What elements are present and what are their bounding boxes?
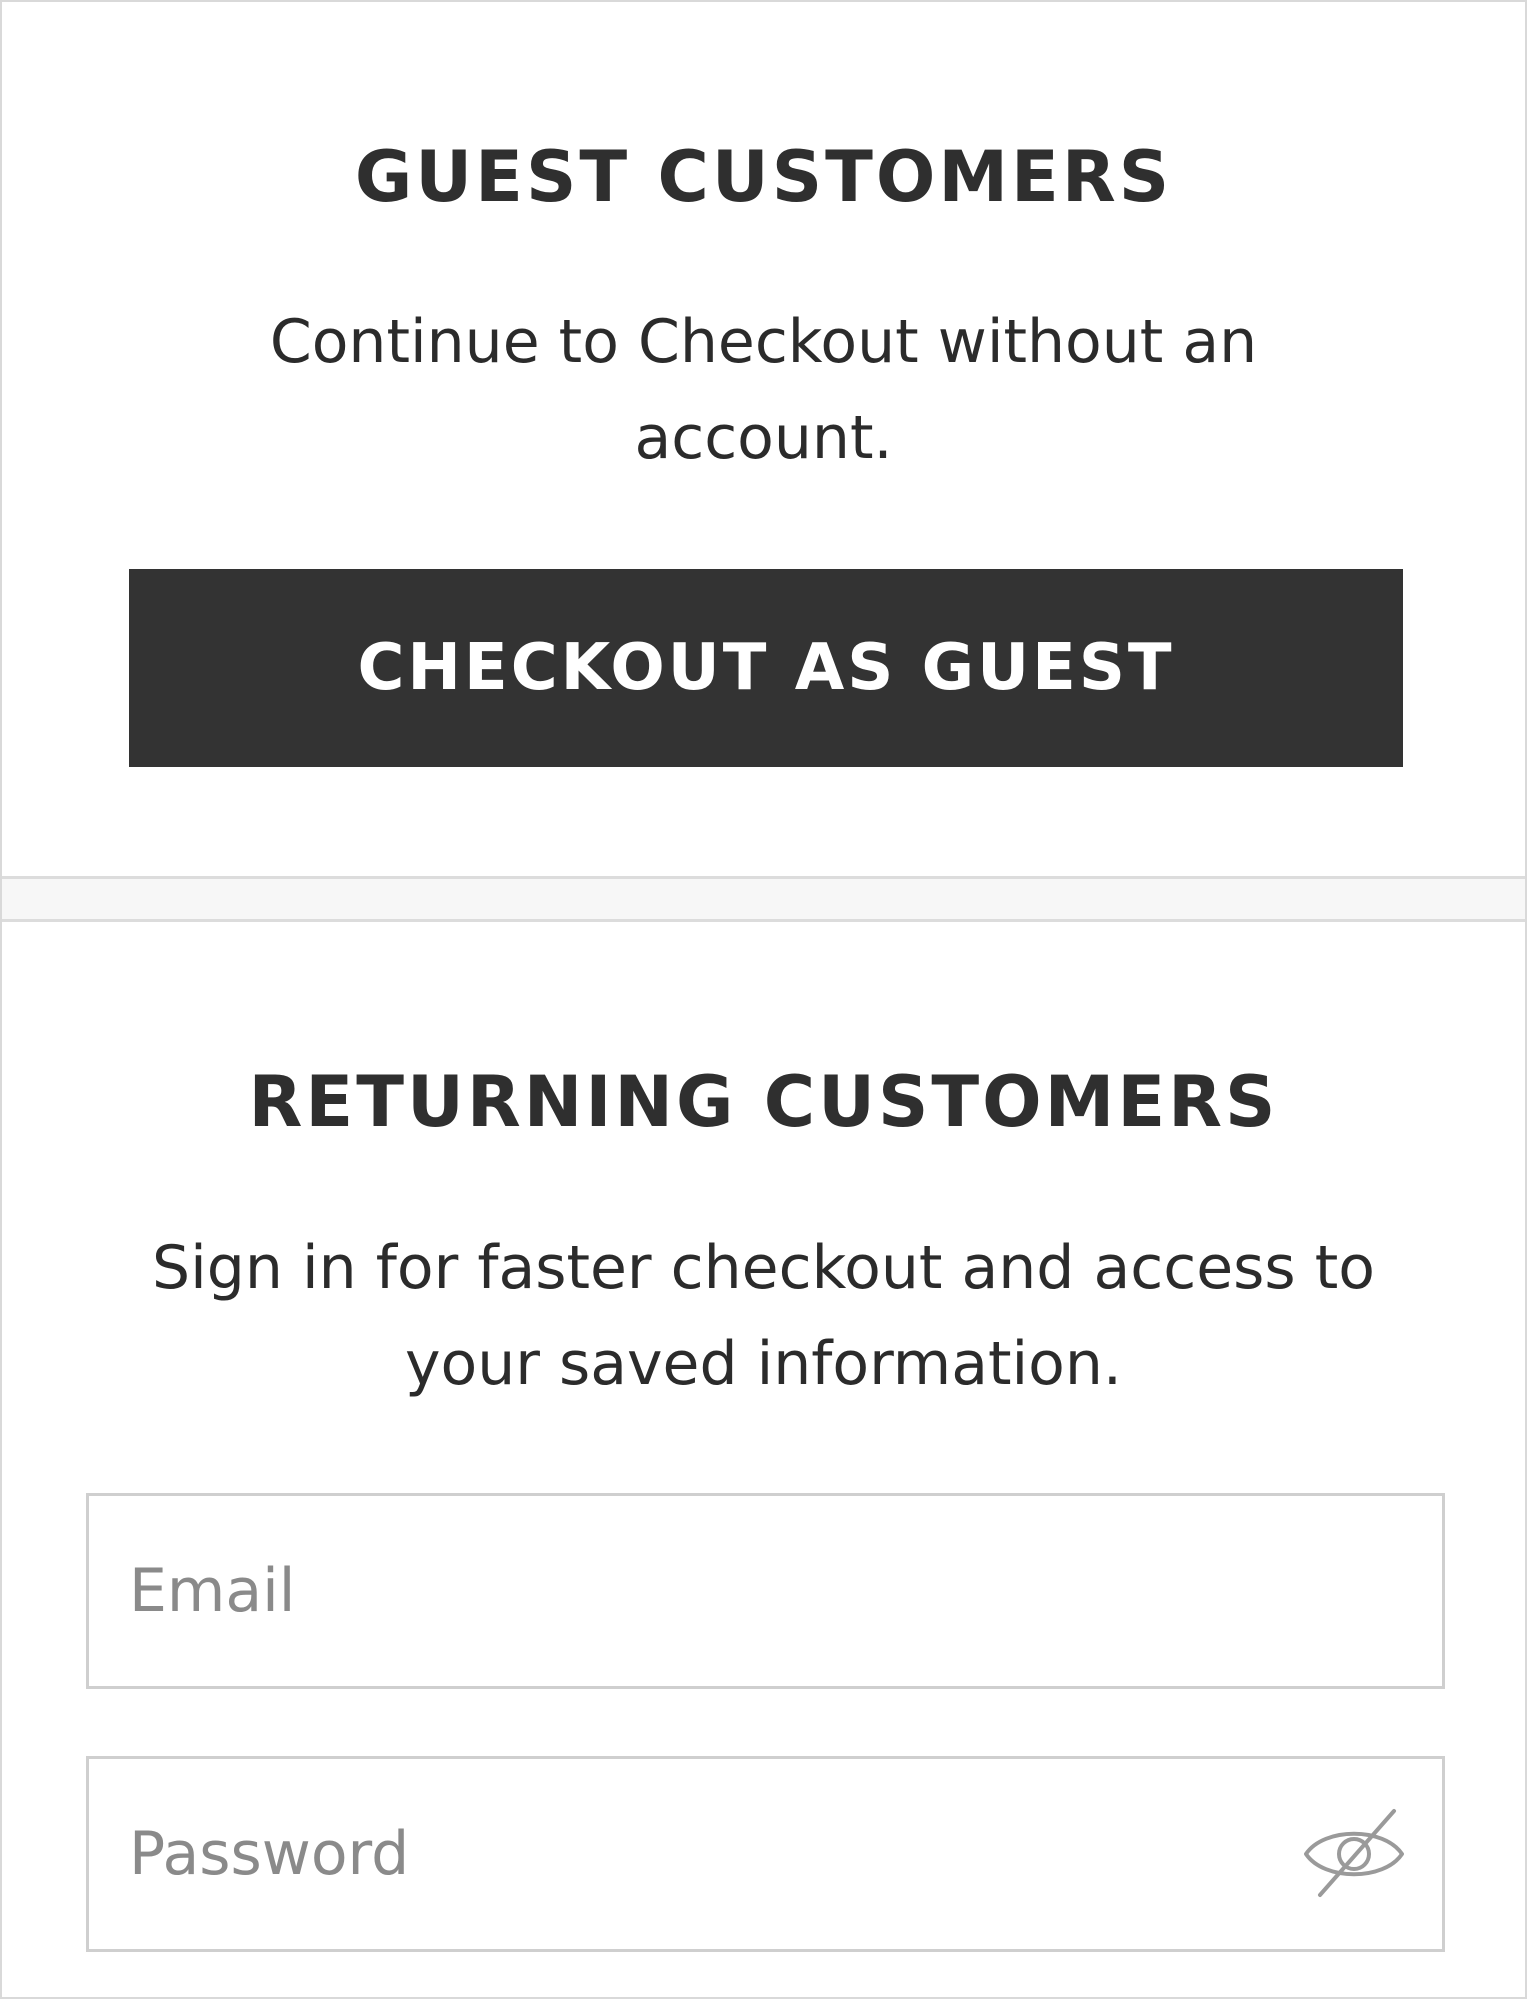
section-divider [2,876,1525,922]
returning-customers-description: Sign in for faster checkout and access t… [152,1233,1375,1399]
guest-customers-heading: GUEST CUSTOMERS [354,136,1173,218]
email-field[interactable] [129,1496,1279,1686]
guest-customers-section: GUEST CUSTOMERS Continue to Checkout wit… [2,2,1525,876]
password-field[interactable] [129,1759,1279,1949]
eye-slash-icon[interactable] [1302,1805,1406,1903]
guest-customers-description: Continue to Checkout without an account. [269,307,1258,473]
checkout-login-panel: GUEST CUSTOMERS Continue to Checkout wit… [0,0,1527,1999]
password-field-container [86,1756,1445,1952]
returning-customers-section: RETURNING CUSTOMERS Sign in for faster c… [2,926,1525,1997]
email-field-container [86,1493,1445,1689]
returning-customers-heading: RETURNING CUSTOMERS [248,1061,1279,1143]
checkout-as-guest-button[interactable]: CHECKOUT AS GUEST [129,569,1403,767]
